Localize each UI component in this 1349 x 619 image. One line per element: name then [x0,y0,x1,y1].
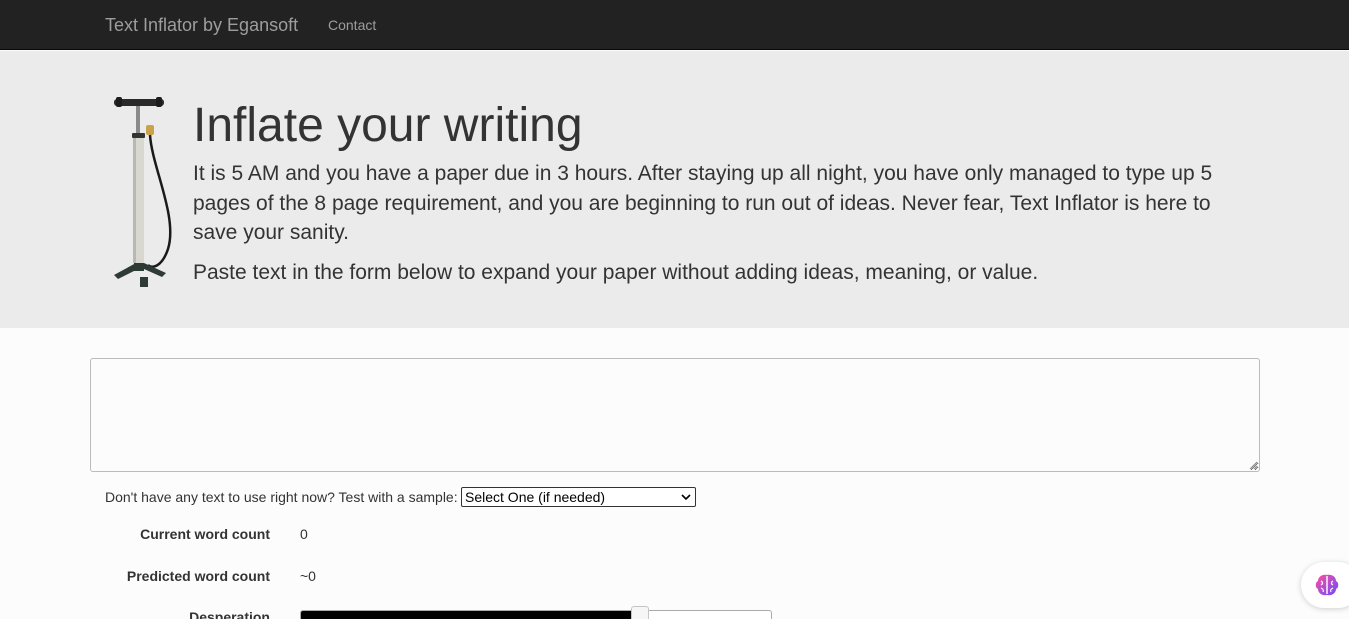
brand-link[interactable]: Text Inflator by Egansoft [105,15,298,36]
navbar: Text Inflator by Egansoft Contact [0,0,1349,50]
bicycle-pump-icon [114,97,172,287]
predicted-word-count-label: Predicted word count [126,568,270,584]
brain-icon [1315,574,1339,596]
predicted-word-count-value: ~0 [300,568,316,584]
chevron-down-icon [681,494,691,501]
sample-select-value: Select One (if needed) [465,489,606,505]
current-word-count-label: Current word count [140,526,270,542]
text-input[interactable] [90,358,1260,472]
current-word-count-value: 0 [300,526,308,542]
extension-bubble[interactable] [1301,562,1349,608]
sample-select[interactable]: Select One (if needed) [461,487,696,507]
hero-instruction: Paste text in the form below to expand y… [193,261,1039,284]
resize-grip-icon[interactable] [1249,461,1258,470]
page-title: Inflate your writing [193,99,583,152]
sample-label: Don't have any text to use right now? Te… [105,489,458,505]
hero-paragraph: It is 5 AM and you have a paper due in 3… [193,162,1213,244]
hero: Inflate your writing It is 5 AM and you … [0,51,1349,328]
desperation-label: Desperation [189,609,270,619]
desperation-slider[interactable] [300,610,772,619]
nav-link-contact[interactable]: Contact [328,17,376,33]
desperation-slider-fill [301,611,641,619]
desperation-slider-handle[interactable] [631,606,649,619]
